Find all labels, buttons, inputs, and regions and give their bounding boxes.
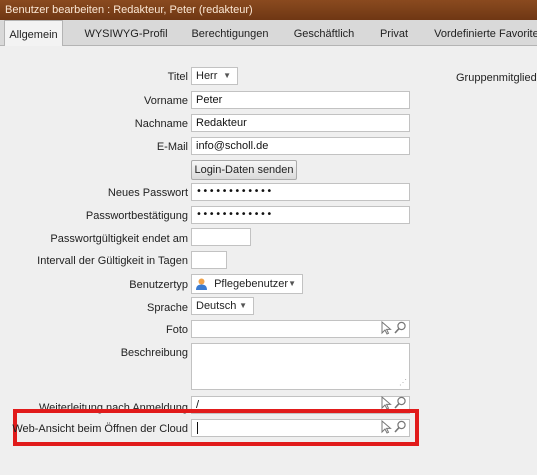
- usertype-select[interactable]: Pflegebenutzer ▼: [191, 274, 303, 294]
- usertype-select-value: Pflegebenutzer: [214, 278, 289, 290]
- pointer-icon[interactable]: [380, 396, 392, 410]
- search-icon[interactable]: [394, 321, 406, 335]
- lastname-input[interactable]: Redakteur: [191, 114, 410, 132]
- chevron-down-icon: ▼: [288, 279, 296, 288]
- email-label: E-Mail: [156, 141, 188, 153]
- search-icon[interactable]: [394, 396, 406, 410]
- group-membership-label: Gruppenmitgliedsc: [456, 72, 537, 84]
- description-label: Beschreibung: [120, 347, 188, 359]
- user-icon: [196, 278, 207, 291]
- chevron-down-icon: ▼: [239, 301, 247, 310]
- password-confirm-input[interactable]: ••••••••••••: [191, 206, 410, 224]
- new-password-input[interactable]: ••••••••••••: [191, 183, 410, 201]
- password-expiry-label: Passwortgültigkeit endet am: [50, 233, 188, 245]
- tab-geschaeftlich[interactable]: Geschäftlich: [289, 20, 359, 46]
- tab-wysiwyg-profil[interactable]: WYSIWYG-Profil: [80, 20, 172, 46]
- description-textarea[interactable]: ⋰: [191, 343, 410, 390]
- web-view-field-icons: [380, 420, 406, 434]
- photo-input[interactable]: [191, 320, 410, 338]
- title-label: Titel: [167, 71, 188, 83]
- tab-bar: Allgemein WYSIWYG-Profil Berechtigungen …: [0, 20, 537, 47]
- chevron-down-icon: ▼: [223, 71, 231, 80]
- tab-allgemein[interactable]: Allgemein: [4, 20, 63, 47]
- password-expiry-input[interactable]: [191, 228, 251, 246]
- web-view-label: Web-Ansicht beim Öffnen der Cloud: [12, 423, 188, 435]
- validity-interval-label: Intervall der Gültigkeit in Tagen: [37, 255, 188, 267]
- language-select-value: Deutsch: [196, 300, 237, 312]
- search-icon[interactable]: [394, 420, 406, 434]
- usertype-label: Benutzertyp: [129, 279, 188, 291]
- language-label: Sprache: [147, 302, 188, 314]
- photo-label: Foto: [165, 324, 188, 336]
- password-confirm-label: Passwortbestätigung: [85, 210, 188, 222]
- photo-field-icons: [380, 321, 406, 335]
- redirect-field-icons: [380, 396, 406, 410]
- tab-berechtigungen[interactable]: Berechtigungen: [187, 20, 273, 46]
- new-password-label: Neues Passwort: [107, 187, 188, 199]
- pointer-icon[interactable]: [380, 321, 392, 335]
- window-title: Benutzer bearbeiten : Redakteur, Peter (…: [0, 0, 537, 20]
- validity-interval-input[interactable]: [191, 251, 227, 269]
- title-select-value: Herr: [196, 70, 218, 82]
- firstname-input[interactable]: Peter: [191, 91, 410, 109]
- email-input[interactable]: info@scholl.de: [191, 137, 410, 155]
- tab-privat[interactable]: Privat: [372, 20, 416, 46]
- resize-handle-icon[interactable]: ⋰: [399, 379, 407, 387]
- title-select[interactable]: Herr ▼: [191, 67, 238, 85]
- pointer-icon[interactable]: [380, 420, 392, 434]
- firstname-label: Vorname: [143, 95, 188, 107]
- send-login-button[interactable]: Login-Daten senden: [191, 160, 297, 180]
- tab-vordefinierte-favoriten[interactable]: Vordefinierte Favoriten: [432, 20, 537, 46]
- web-view-input[interactable]: [191, 419, 410, 437]
- text-cursor: [197, 422, 198, 434]
- lastname-label: Nachname: [134, 118, 188, 130]
- language-select[interactable]: Deutsch ▼: [191, 297, 254, 315]
- form-panel: Titel Herr ▼ Vorname Peter Nachname Reda…: [0, 46, 537, 475]
